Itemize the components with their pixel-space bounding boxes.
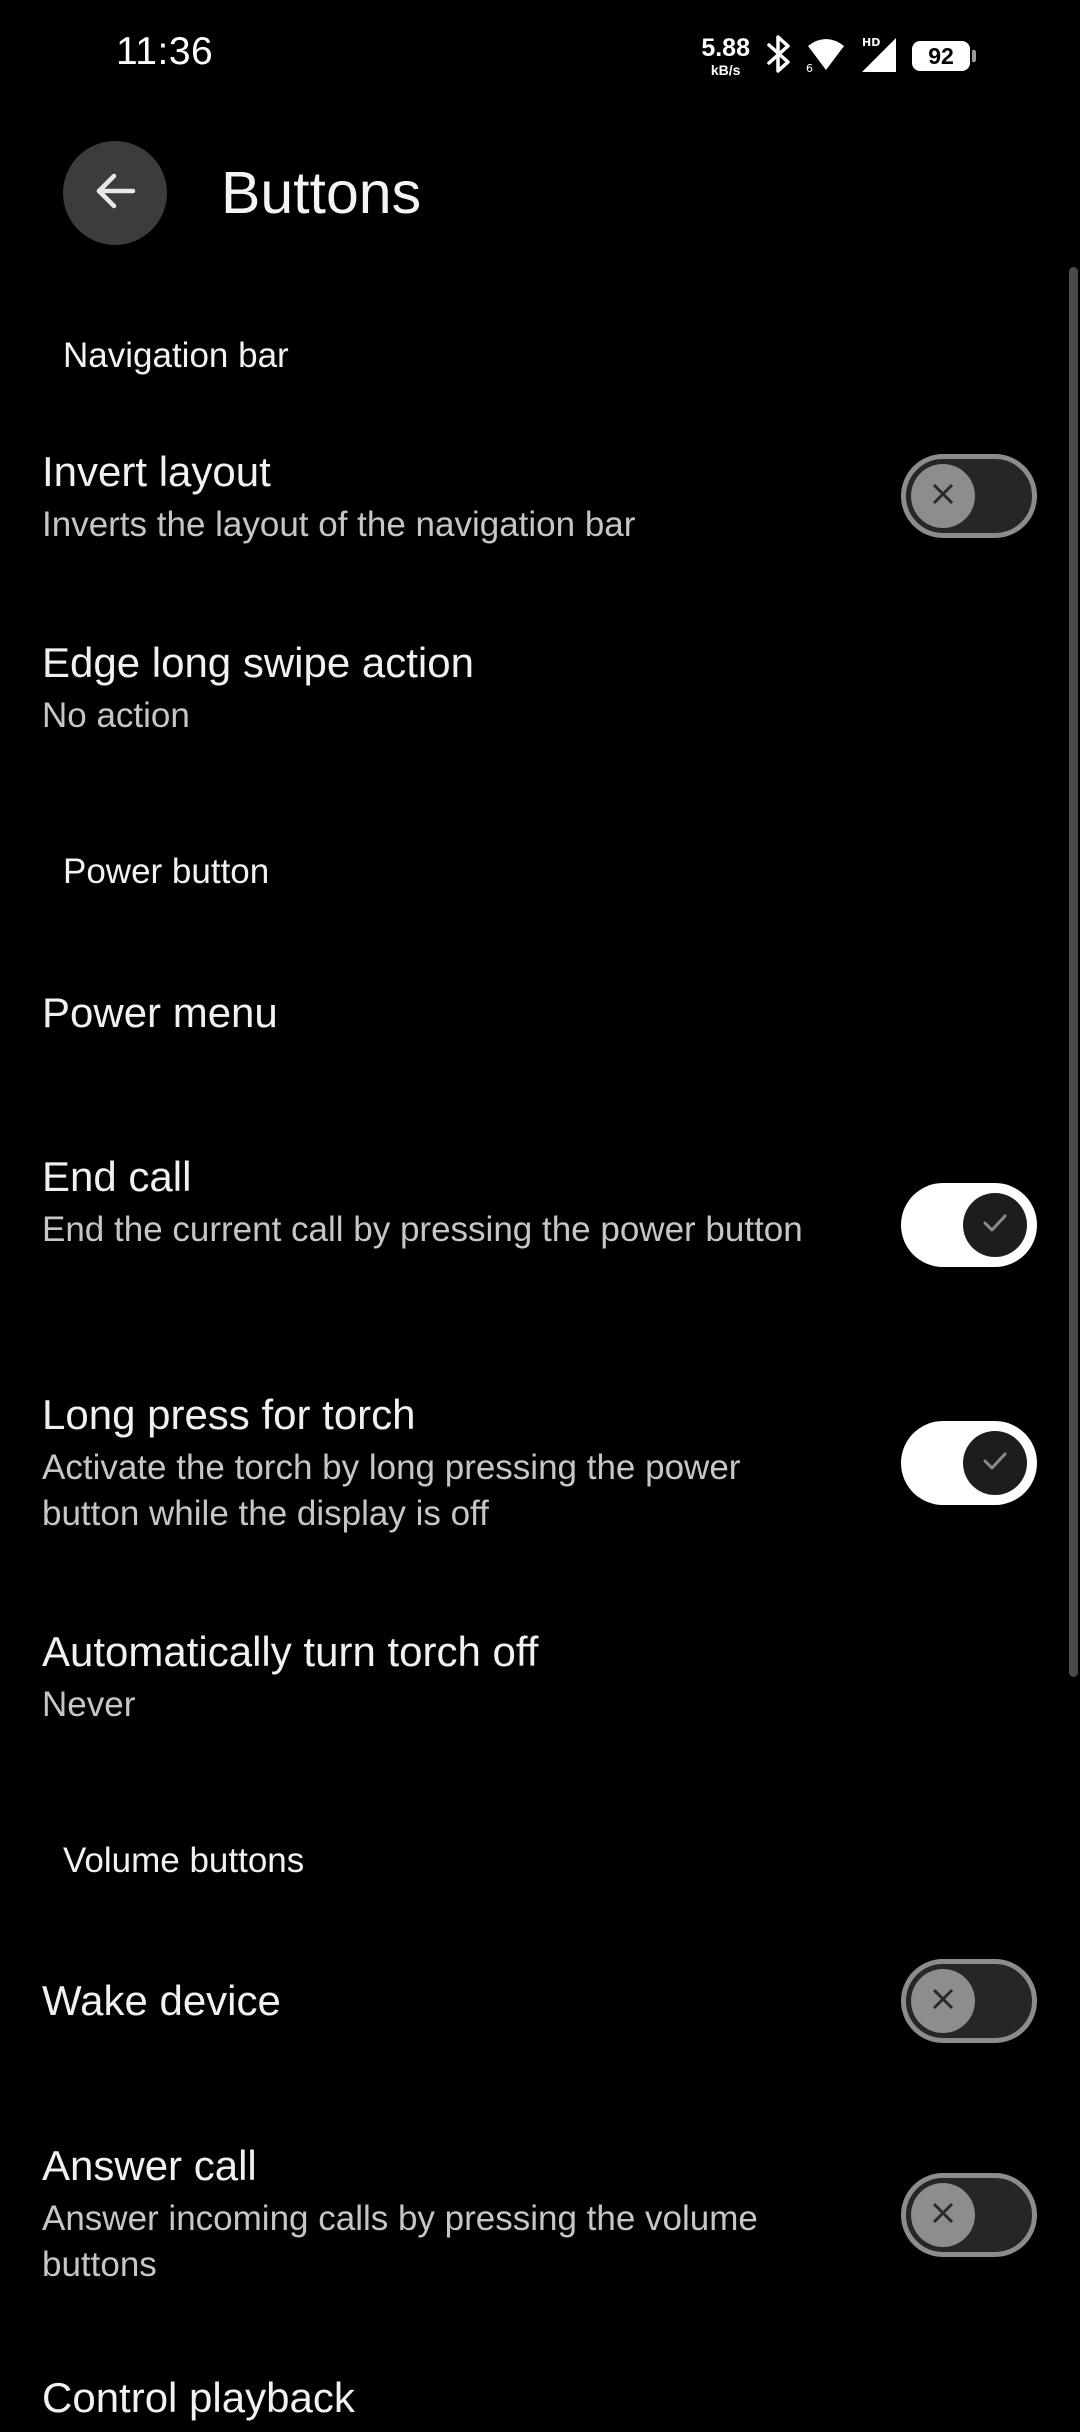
pref-long-press-torch[interactable]: Long press for torch Activate the torch … <box>0 1389 1060 1539</box>
pref-power-menu[interactable]: Power menu <box>0 987 1060 1047</box>
pref-invert-layout[interactable]: Invert layout Inverts the layout of the … <box>0 446 1060 556</box>
arrow-left-icon <box>93 169 137 218</box>
pref-title: Power menu <box>42 989 278 1036</box>
close-icon <box>930 481 956 512</box>
status-icons: 5.88 kB/s 6 HD 92 <box>701 32 976 80</box>
pref-title: Control playback <box>42 2374 355 2421</box>
pref-title: Answer call <box>42 2142 257 2189</box>
section-header-navigation-bar: Navigation bar <box>63 336 289 375</box>
wake-device-toggle[interactable] <box>901 1959 1037 2043</box>
close-icon <box>930 1986 956 2017</box>
bluetooth-icon <box>766 34 792 79</box>
invert-layout-toggle[interactable] <box>901 454 1037 538</box>
pref-title: Automatically turn torch off <box>42 1628 539 1675</box>
pref-edge-long-swipe-action[interactable]: Edge long swipe action No action <box>0 637 1060 747</box>
pref-answer-call[interactable]: Answer call Answer incoming calls by pre… <box>0 2140 1060 2290</box>
toggle-thumb <box>911 1969 975 2033</box>
pref-title: Wake device <box>42 1977 281 2024</box>
pref-title: Long press for torch <box>42 1391 416 1438</box>
pref-control-playback[interactable]: Control playback <box>0 2372 1060 2432</box>
wifi-icon: 6 <box>806 36 846 77</box>
pref-summary: Activate the torch by long pressing the … <box>42 1448 741 1533</box>
pref-summary: Never <box>42 1685 136 1724</box>
pref-summary: No action <box>42 696 190 735</box>
toggle-thumb <box>911 464 975 528</box>
end-call-toggle[interactable] <box>901 1183 1037 1267</box>
long-press-torch-toggle[interactable] <box>901 1421 1037 1505</box>
pref-end-call[interactable]: End call End the current call by pressin… <box>0 1151 1060 1301</box>
svg-text:HD: HD <box>862 36 880 49</box>
answer-call-toggle[interactable] <box>901 2173 1037 2257</box>
toggle-thumb <box>911 2183 975 2247</box>
status-time: 11:36 <box>116 30 214 73</box>
pref-title: Invert layout <box>42 448 271 495</box>
pref-title: End call <box>42 1153 192 1200</box>
check-icon <box>980 1446 1010 1481</box>
pref-summary: Answer incoming calls by pressing the vo… <box>42 2199 758 2284</box>
network-speed-value: 5.88 <box>701 33 750 62</box>
section-header-power-button: Power button <box>63 852 270 891</box>
close-icon <box>930 2200 956 2231</box>
battery-level: 92 <box>912 41 970 71</box>
toggle-thumb <box>963 1431 1027 1495</box>
pref-wake-device[interactable]: Wake device <box>0 1959 1060 2043</box>
status-bar: 11:36 5.88 kB/s 6 HD 92 <box>0 0 1080 110</box>
pref-title: Edge long swipe action <box>42 639 474 686</box>
pref-summary: Inverts the layout of the navigation bar <box>42 505 636 544</box>
svg-text:6: 6 <box>806 62 813 72</box>
section-header-volume-buttons: Volume buttons <box>63 1841 305 1880</box>
check-icon <box>980 1208 1010 1243</box>
pref-auto-turn-torch-off[interactable]: Automatically turn torch off Never <box>0 1626 1060 1736</box>
back-button[interactable] <box>63 141 167 245</box>
page-title: Buttons <box>221 160 422 226</box>
network-speed-unit: kB/s <box>710 61 741 78</box>
battery-indicator: 92 <box>912 41 976 71</box>
network-speed: 5.88 kB/s <box>701 33 750 78</box>
toggle-thumb <box>963 1193 1027 1257</box>
pref-summary: End the current call by pressing the pow… <box>42 1210 803 1249</box>
battery-tip <box>972 50 976 62</box>
scrollbar[interactable] <box>1069 267 1078 1677</box>
signal-icon: HD <box>860 34 898 79</box>
